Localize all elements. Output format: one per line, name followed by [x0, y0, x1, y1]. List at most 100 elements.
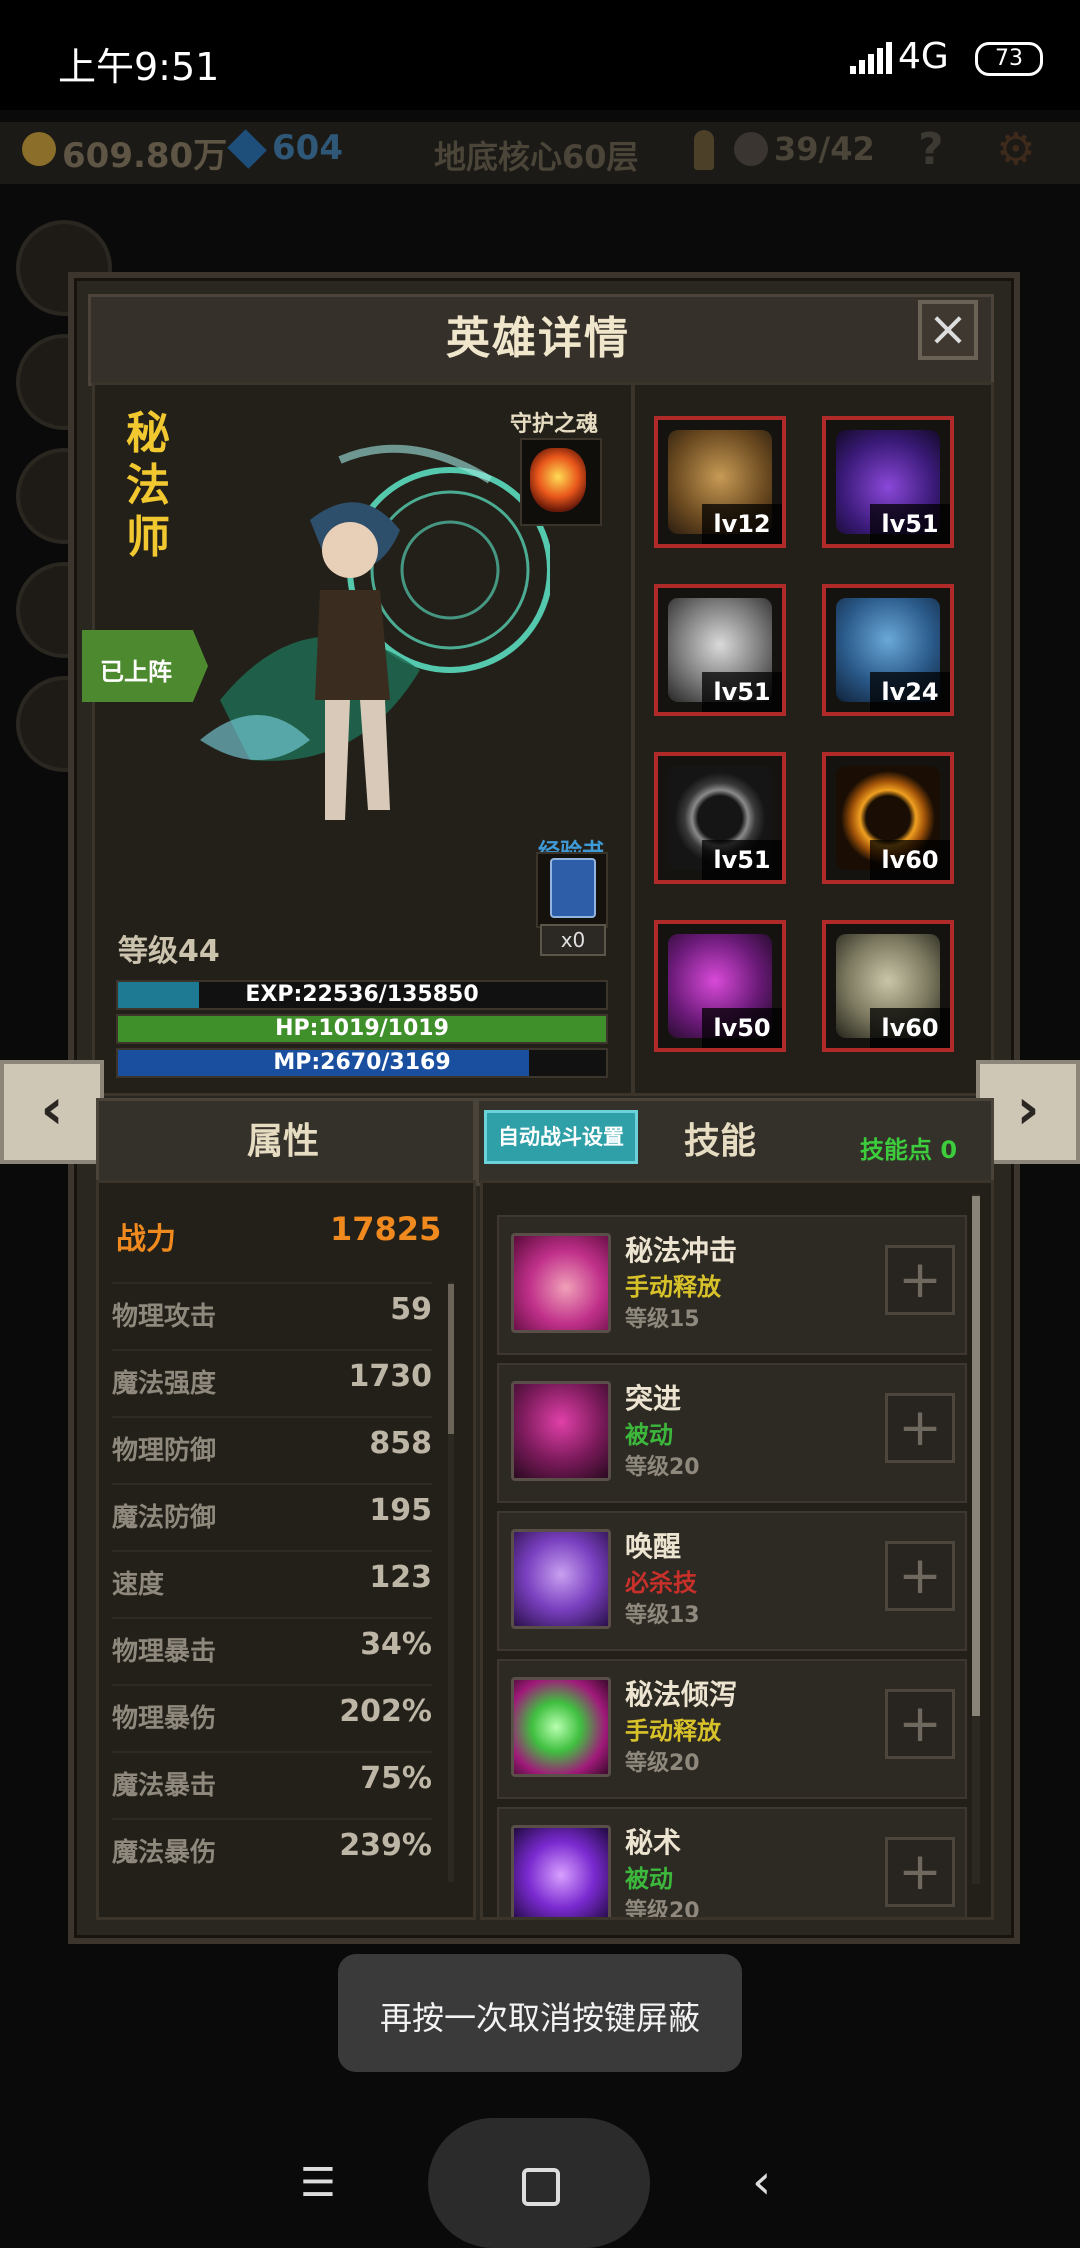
equip-level: lv60: [870, 1008, 950, 1048]
equip-level: lv24: [870, 672, 950, 712]
equip-level: lv51: [702, 672, 782, 712]
attribute-row: 魔法防御 195: [112, 1483, 432, 1535]
back-icon[interactable]: ‹: [752, 2154, 771, 2210]
upgrade-skill-button[interactable]: +: [885, 1689, 955, 1759]
close-button[interactable]: ×: [918, 300, 978, 360]
arcane-strike-icon: [511, 1233, 611, 1333]
gem-amount: 604: [272, 128, 343, 168]
attribute-row: 魔法暴击 75%: [112, 1751, 432, 1803]
arcane-torrent-icon: [511, 1677, 611, 1777]
network-type: 4G: [898, 36, 949, 77]
hero-illustration: [200, 444, 550, 820]
attribute-value: 75%: [360, 1761, 432, 1796]
equip-level: lv50: [702, 1008, 782, 1048]
attribute-label: 魔法暴击: [112, 1771, 217, 1801]
upgrade-skill-button[interactable]: +: [885, 1393, 955, 1463]
gear-icon[interactable]: ⚙: [996, 124, 1035, 175]
attribute-value: 858: [369, 1426, 432, 1461]
exp-book-count: x0: [540, 924, 606, 956]
help-button[interactable]: ?: [918, 124, 944, 175]
skill-card[interactable]: 秘术 被动 等级20 +: [497, 1807, 967, 1920]
equip-slot[interactable]: lv12: [654, 416, 786, 548]
attribute-label: 物理攻击: [112, 1302, 217, 1332]
equip-slot[interactable]: lv60: [822, 920, 954, 1052]
attribute-value: 59: [390, 1292, 432, 1327]
attribute-row: 物理暴击 34%: [112, 1617, 432, 1669]
hero-stat-bars: EXP:22536/135850 HP:1019/1019 MP:2670/31…: [96, 976, 612, 1086]
equip-slot[interactable]: lv24: [822, 584, 954, 716]
attribute-row: 物理暴伤 202%: [112, 1684, 432, 1736]
skill-card[interactable]: 秘法冲击 手动释放 等级15 +: [497, 1215, 967, 1355]
upgrade-skill-button[interactable]: +: [885, 1245, 955, 1315]
upgrade-skill-button[interactable]: +: [885, 1837, 955, 1907]
skill-name: 秘法冲击: [625, 1234, 738, 1267]
equip-slot[interactable]: lv51: [822, 416, 954, 548]
equip-level: lv60: [870, 840, 950, 880]
key-icon: [694, 130, 714, 170]
auto-battle-settings-button[interactable]: 自动战斗设置: [484, 1110, 638, 1164]
combat-power-label: 战力: [116, 1222, 176, 1257]
equip-slot[interactable]: lv60: [822, 752, 954, 884]
attributes-scrollbar-thumb[interactable]: [448, 1284, 454, 1434]
combat-power-value: 17825: [330, 1210, 442, 1248]
hp-text: HP:1019/1019: [275, 1016, 449, 1041]
skill-type: 必杀技: [625, 1569, 697, 1597]
skill-level: 等级20: [625, 1899, 700, 1920]
attribute-row: 魔法暴伤 239%: [112, 1818, 432, 1870]
equipment-grid: lv12 lv51 lv51 lv24 lv51 lv60 lv50 lv60: [654, 416, 974, 1076]
skills-panel: 秘法冲击 手动释放 等级15 + 突进 被动 等级20 + 唤醒 必杀技 等级1…: [480, 1180, 994, 1920]
attribute-value: 202%: [339, 1694, 432, 1729]
attributes-tab[interactable]: 属性: [96, 1112, 470, 1164]
skill-name: 秘术: [625, 1826, 682, 1859]
equip-level: lv51: [870, 504, 950, 544]
mp-bar: MP:2670/3169: [116, 1048, 608, 1078]
attribute-row: 物理防御 858: [112, 1416, 432, 1468]
home-icon[interactable]: [522, 2168, 560, 2206]
kill-count: 39/42: [774, 130, 875, 168]
skill-card[interactable]: 唤醒 必杀技 等级13 +: [497, 1511, 967, 1651]
attribute-label: 魔法防御: [112, 1503, 217, 1533]
upgrade-skill-button[interactable]: +: [885, 1541, 955, 1611]
toast-message: 再按一次取消按键屏蔽: [379, 1999, 700, 2037]
menu-icon[interactable]: ☰: [300, 2160, 336, 2206]
charge-icon: [511, 1381, 611, 1481]
phoenix-icon: [530, 448, 586, 512]
book-icon: [550, 858, 596, 918]
skull-icon: [734, 132, 768, 166]
attribute-value: 34%: [360, 1627, 432, 1662]
prev-hero-button[interactable]: ‹: [0, 1060, 104, 1164]
equip-slot[interactable]: lv50: [654, 920, 786, 1052]
skill-card[interactable]: 突进 被动 等级20 +: [497, 1363, 967, 1503]
skill-type: 手动释放: [625, 1273, 721, 1301]
attribute-label: 物理暴伤: [112, 1704, 217, 1734]
signal-icon: [850, 40, 892, 74]
attribute-value: 123: [369, 1560, 432, 1595]
skill-type: 被动: [625, 1421, 673, 1449]
skill-level: 等级20: [625, 1455, 700, 1480]
attribute-row: 物理攻击 59: [112, 1282, 432, 1334]
skill-name: 突进: [625, 1382, 682, 1415]
mp-text: MP:2670/3169: [273, 1050, 451, 1075]
exp-text: EXP:22536/135850: [245, 982, 479, 1007]
equip-slot[interactable]: lv51: [654, 752, 786, 884]
equip-slot[interactable]: lv51: [654, 584, 786, 716]
skill-name: 秘法倾泻: [625, 1678, 738, 1711]
awaken-icon: [511, 1529, 611, 1629]
equip-level: lv12: [702, 504, 782, 544]
skill-card[interactable]: 秘法倾泻 手动释放 等级20 +: [497, 1659, 967, 1799]
hero-level: 等级44: [118, 934, 220, 969]
attribute-value: 239%: [339, 1828, 432, 1863]
skills-scrollbar-thumb[interactable]: [972, 1196, 980, 1716]
battery-icon: 73: [975, 42, 1043, 76]
attribute-value: 1730: [348, 1359, 433, 1394]
skill-points: 技能点 0: [860, 1136, 958, 1164]
skills-tab[interactable]: 技能: [684, 1112, 756, 1164]
attribute-label: 物理暴击: [112, 1637, 217, 1667]
skill-level: 等级20: [625, 1751, 700, 1776]
equip-level: lv51: [702, 840, 782, 880]
panel-title: 英雄详情: [446, 313, 630, 364]
skill-level: 等级15: [625, 1307, 700, 1332]
deployed-label: 已上阵: [100, 658, 172, 686]
gold-coin-icon: [22, 132, 56, 166]
status-time: 上午9:51: [58, 45, 220, 89]
